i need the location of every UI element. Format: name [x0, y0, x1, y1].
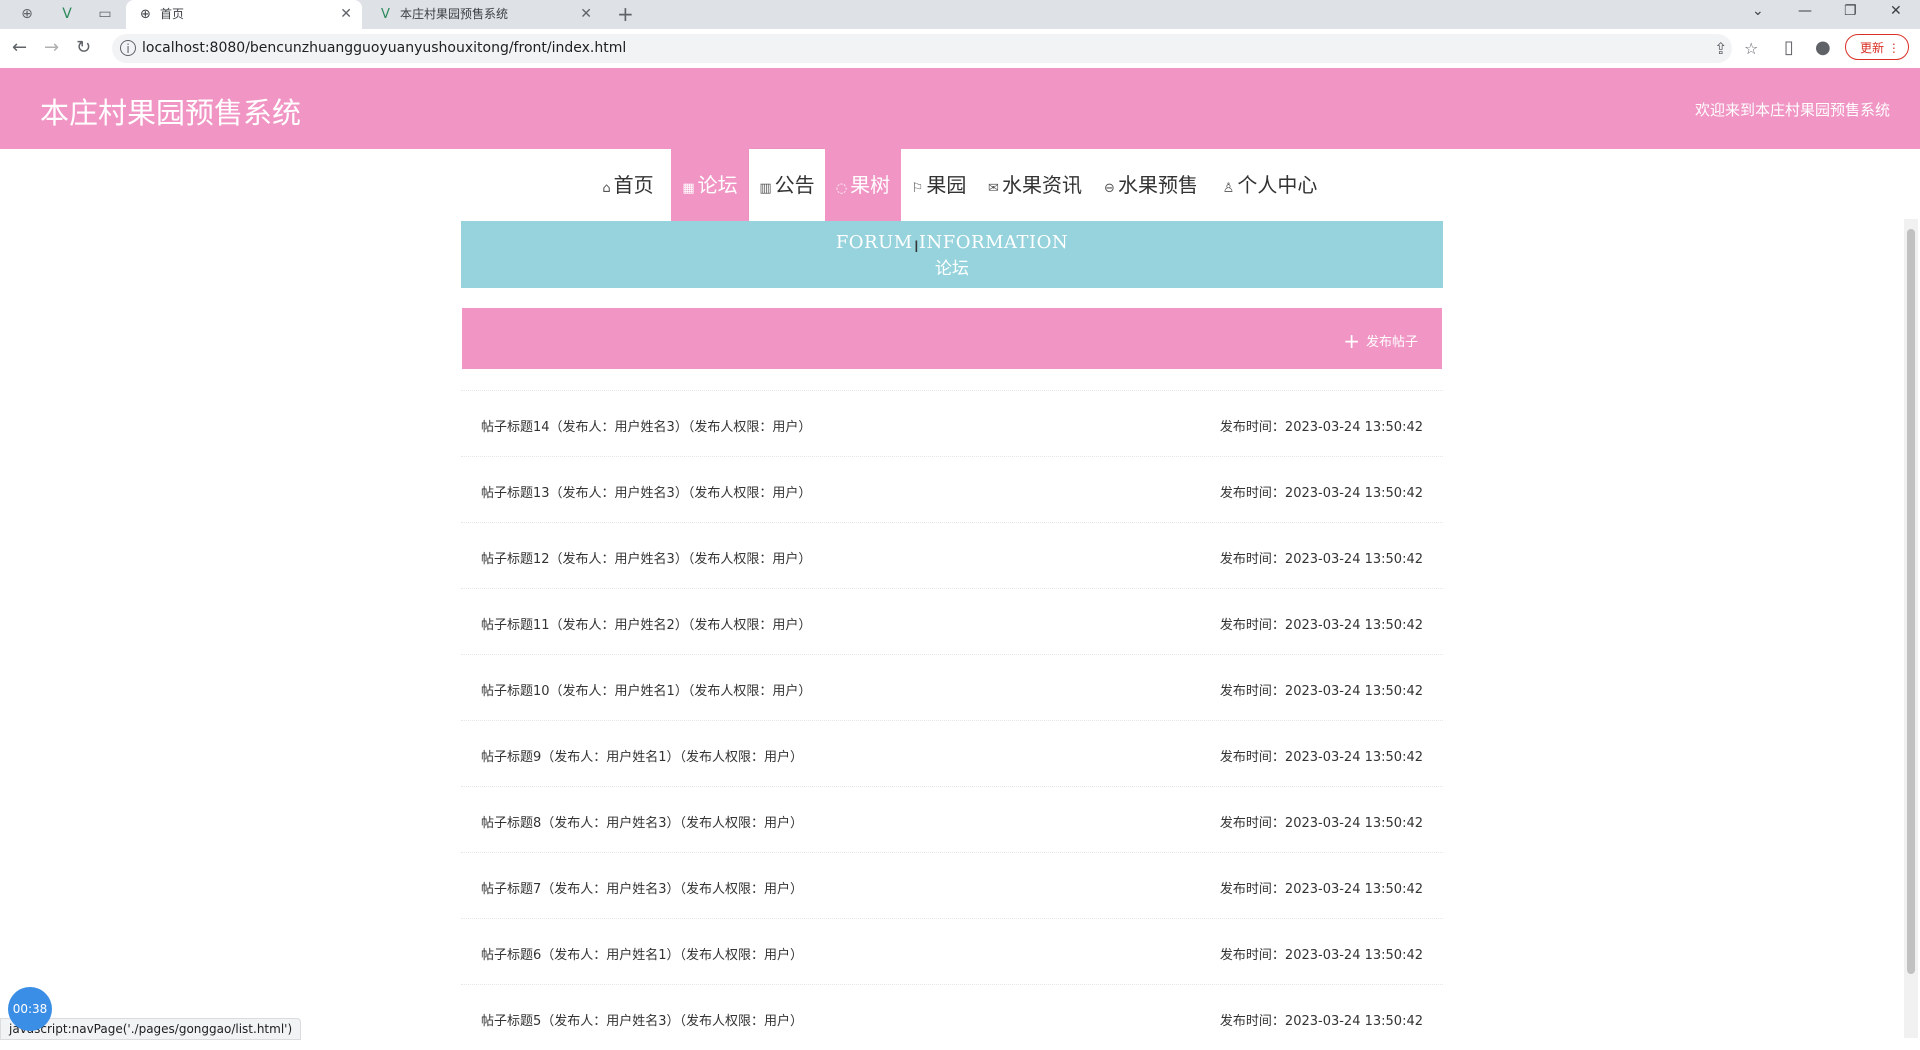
welcome-text: 欢迎来到本庄村果园预售系统 [1694, 101, 1890, 119]
publish-post-button[interactable]: + 发布帖子 [1343, 329, 1418, 353]
banner-title-en: FORUM INFORMATION [835, 232, 1069, 253]
post-title: 帖子标题13（发布人：用户姓名3）（发布人权限：用户） [481, 486, 812, 501]
post-time: 发布时间：2023-03-24 13:50:42 [1219, 618, 1423, 633]
home-icon: ⌂ [602, 181, 611, 196]
post-item[interactable]: 帖子标题8（发布人：用户姓名3）（发布人权限：用户） 发布时间：2023-03-2… [461, 786, 1443, 852]
close-icon[interactable]: ✕ [340, 0, 352, 29]
post-title: 帖子标题14（发布人：用户姓名3）（发布人权限：用户） [481, 420, 812, 435]
post-time: 发布时间：2023-03-24 13:50:42 [1219, 816, 1423, 831]
tab-home[interactable]: ⊕ 首页 ✕ [126, 0, 362, 29]
address-bar: ← → ↻ i localhost:8080/bencunzhuangguoyu… [0, 29, 1920, 69]
main-menu: ⌂ 首页 ▦ 论坛 ▥ 公告 ◌ 果树 ⚐ 果园 ✉ 水果资讯 ⊖ 水果预售 ♙ 个人中心 [0, 149, 1920, 221]
post-list: 帖子标题14（发布人：用户姓名3）（发布人权限：用户） 发布时间：2023-03-… [461, 390, 1443, 1050]
new-tab-button[interactable]: + [617, 2, 634, 26]
forward-button[interactable]: → [44, 37, 59, 58]
post-title: 帖子标题11（发布人：用户姓名2）（发布人权限：用户） [481, 618, 812, 633]
window-close-button[interactable]: ✕ [1890, 3, 1902, 19]
flag-icon: ⚐ [911, 181, 924, 196]
menu-item-orchard[interactable]: ⚐ 果园 [907, 149, 971, 221]
post-time: 发布时间：2023-03-24 13:50:42 [1219, 552, 1423, 567]
site-header: 本庄村果园预售系统 欢迎来到本庄村果园预售系统 [0, 68, 1920, 149]
notice-icon: ▥ [759, 181, 772, 196]
post-item[interactable]: 帖子标题10（发布人：用户姓名1）（发布人权限：用户） 发布时间：2023-03-… [461, 654, 1443, 720]
menu-item-notice[interactable]: ▥ 公告 [749, 149, 825, 221]
menu-item-profile[interactable]: ♙ 个人中心 [1219, 149, 1321, 221]
back-button[interactable]: ← [12, 37, 27, 58]
post-item[interactable]: 帖子标题6（发布人：用户姓名1）（发布人权限：用户） 发布时间：2023-03-2… [461, 918, 1443, 984]
globe-icon: ⊕ [140, 7, 151, 22]
post-time: 发布时间：2023-03-24 13:50:42 [1219, 882, 1423, 897]
post-title: 帖子标题8（发布人：用户姓名3）（发布人权限：用户） [481, 816, 804, 831]
menu-item-fruit-tree[interactable]: ◌ 果树 [825, 149, 901, 221]
folder-icon[interactable]: ▭ [96, 5, 114, 23]
post-time: 发布时间：2023-03-24 13:50:42 [1219, 420, 1423, 435]
reload-button[interactable]: ↻ [76, 37, 91, 58]
menu-item-forum[interactable]: ▦ 论坛 [671, 149, 749, 221]
menu-item-fruit-news[interactable]: ✉ 水果资讯 [985, 149, 1085, 221]
vue-icon: V [381, 7, 390, 22]
page-scrollbar[interactable] [1904, 219, 1918, 1038]
tab-search-icon[interactable]: ⌄ [1752, 3, 1764, 19]
post-title: 帖子标题5（发布人：用户姓名3）（发布人权限：用户） [481, 1014, 804, 1029]
browser-tab-bar: ⊕ V ▭ ⊕ 首页 ✕ V 本庄村果园预售系统 ✕ + ⌄ — ❐ ✕ [0, 0, 1920, 29]
recording-timer: 00:38 [8, 987, 52, 1031]
user-icon: ♙ [1222, 181, 1235, 196]
post-title: 帖子标题10（发布人：用户姓名1）（发布人权限：用户） [481, 684, 812, 699]
post-title: 帖子标题12（发布人：用户姓名3）（发布人权限：用户） [481, 552, 812, 567]
close-icon[interactable]: ✕ [580, 0, 592, 29]
text-cursor-icon: I [914, 237, 919, 256]
restore-button[interactable]: ❐ [1844, 3, 1857, 19]
vue-icon[interactable]: V [58, 5, 76, 23]
post-title: 帖子标题6（发布人：用户姓名1）（发布人权限：用户） [481, 948, 804, 963]
post-item[interactable]: 帖子标题11（发布人：用户姓名2）（发布人权限：用户） 发布时间：2023-03-… [461, 588, 1443, 654]
mail-icon: ✉ [988, 181, 999, 196]
post-time: 发布时间：2023-03-24 13:50:42 [1219, 750, 1423, 765]
tree-icon: ◌ [835, 181, 848, 196]
post-time: 发布时间：2023-03-24 13:50:42 [1219, 486, 1423, 501]
banner-title-cn: 论坛 [935, 259, 969, 279]
post-item[interactable]: 帖子标题5（发布人：用户姓名3）（发布人权限：用户） 发布时间：2023-03-2… [461, 984, 1443, 1050]
profile-icon[interactable]: ● [1815, 37, 1831, 58]
post-title: 帖子标题9（发布人：用户姓名1）（发布人权限：用户） [481, 750, 804, 765]
grid-icon: ▦ [682, 181, 695, 196]
post-time: 发布时间：2023-03-24 13:50:42 [1219, 684, 1423, 699]
action-bar: + 发布帖子 [462, 308, 1442, 369]
info-icon[interactable]: i [120, 40, 136, 56]
share-icon[interactable]: ⇪ [1714, 39, 1727, 58]
post-title: 帖子标题7（发布人：用户姓名3）（发布人权限：用户） [481, 882, 804, 897]
menu-item-fruit-presale[interactable]: ⊖ 水果预售 [1100, 149, 1202, 221]
url-field[interactable]: i localhost:8080/bencunzhuangguoyuanyush… [112, 34, 1758, 63]
tab-system[interactable]: V 本庄村果园预售系统 ✕ [366, 0, 602, 29]
scrollbar-thumb[interactable] [1907, 229, 1915, 974]
post-time: 发布时间：2023-03-24 13:50:42 [1219, 1014, 1423, 1029]
minimize-button[interactable]: — [1798, 3, 1812, 19]
extension-icon[interactable]: ⊕ [18, 5, 36, 23]
post-item[interactable]: 帖子标题13（发布人：用户姓名3）（发布人权限：用户） 发布时间：2023-03-… [461, 456, 1443, 522]
post-item[interactable]: 帖子标题9（发布人：用户姓名1）（发布人权限：用户） 发布时间：2023-03-2… [461, 720, 1443, 786]
post-item[interactable]: 帖子标题12（发布人：用户姓名3）（发布人权限：用户） 发布时间：2023-03-… [461, 522, 1443, 588]
menu-item-home[interactable]: ⌂ 首页 [596, 149, 660, 221]
cart-icon: ⊖ [1104, 181, 1115, 196]
post-item[interactable]: 帖子标题7（发布人：用户姓名3）（发布人权限：用户） 发布时间：2023-03-2… [461, 852, 1443, 918]
forum-banner: FORUM INFORMATION 论坛 [461, 221, 1443, 288]
update-button[interactable]: 更新 ⋮ [1845, 34, 1909, 60]
post-item[interactable]: 帖子标题14（发布人：用户姓名3）（发布人权限：用户） 发布时间：2023-03-… [461, 390, 1443, 456]
post-time: 发布时间：2023-03-24 13:50:42 [1219, 948, 1423, 963]
star-icon[interactable]: ☆ [1744, 39, 1758, 58]
plus-icon: + [1343, 329, 1360, 353]
sidebar-icon[interactable]: ▯ [1784, 37, 1794, 58]
site-title: 本庄村果园预售系统 [40, 96, 302, 130]
